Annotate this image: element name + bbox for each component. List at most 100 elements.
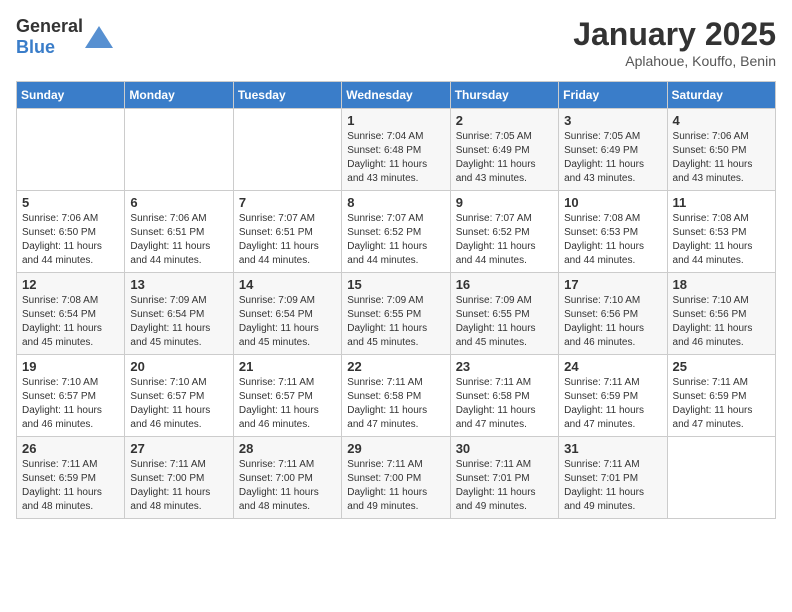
week-row-3: 12 Sunrise: 7:08 AMSunset: 6:54 PMDayligh… xyxy=(17,273,776,355)
day-info: Sunrise: 7:05 AMSunset: 6:49 PMDaylight:… xyxy=(564,130,661,186)
calendar-cell: 13 Sunrise: 7:09 AMSunset: 6:54 PMDayligh… xyxy=(125,273,233,355)
day-info: Sunrise: 7:11 AMSunset: 6:58 PMDaylight:… xyxy=(347,376,444,432)
day-info: Sunrise: 7:10 AMSunset: 6:56 PMDaylight:… xyxy=(673,294,770,350)
day-number: 25 xyxy=(673,359,770,374)
day-info: Sunrise: 7:06 AMSunset: 6:50 PMDaylight:… xyxy=(22,212,119,268)
calendar-cell: 18 Sunrise: 7:10 AMSunset: 6:56 PMDayligh… xyxy=(667,273,775,355)
week-row-5: 26Sunrise: 7:11 AMSunset: 6:59 PMDayligh… xyxy=(17,437,776,519)
week-row-2: 5 Sunrise: 7:06 AMSunset: 6:50 PMDaylight… xyxy=(17,191,776,273)
day-info: Sunrise: 7:11 AMSunset: 7:00 PMDaylight:… xyxy=(239,458,336,514)
day-info: Sunrise: 7:11 AMSunset: 7:01 PMDaylight:… xyxy=(456,458,553,514)
calendar-cell: 23 Sunrise: 7:11 AMSunset: 6:58 PMDayligh… xyxy=(450,355,558,437)
calendar-cell: 8Sunrise: 7:07 AMSunset: 6:52 PMDaylight… xyxy=(342,191,450,273)
day-number: 6 xyxy=(130,195,227,210)
day-info: Sunrise: 7:07 AMSunset: 6:52 PMDaylight:… xyxy=(347,212,444,268)
day-number: 1 xyxy=(347,113,444,128)
calendar-cell: 17 Sunrise: 7:10 AMSunset: 6:56 PMDayligh… xyxy=(559,273,667,355)
day-number: 24 xyxy=(564,359,661,374)
day-info: Sunrise: 7:11 AMSunset: 7:01 PMDaylight:… xyxy=(564,458,661,514)
day-info: Sunrise: 7:09 AMSunset: 6:55 PMDaylight:… xyxy=(456,294,553,350)
day-number: 16 xyxy=(456,277,553,292)
day-number: 2 xyxy=(456,113,553,128)
day-header-tuesday: Tuesday xyxy=(233,82,341,109)
calendar-cell: 16 Sunrise: 7:09 AMSunset: 6:55 PMDayligh… xyxy=(450,273,558,355)
calendar-cell: 15 Sunrise: 7:09 AMSunset: 6:55 PMDayligh… xyxy=(342,273,450,355)
week-row-4: 19 Sunrise: 7:10 AMSunset: 6:57 PMDayligh… xyxy=(17,355,776,437)
day-number: 15 xyxy=(347,277,444,292)
calendar-cell: 22 Sunrise: 7:11 AMSunset: 6:58 PMDayligh… xyxy=(342,355,450,437)
day-info: Sunrise: 7:08 AMSunset: 6:53 PMDaylight:… xyxy=(673,212,770,268)
calendar-cell: 1 Sunrise: 7:04 AMSunset: 6:48 PMDaylight… xyxy=(342,109,450,191)
day-info: Sunrise: 7:06 AMSunset: 6:51 PMDaylight:… xyxy=(130,212,227,268)
day-number: 18 xyxy=(673,277,770,292)
calendar-cell: 5 Sunrise: 7:06 AMSunset: 6:50 PMDaylight… xyxy=(17,191,125,273)
day-info: Sunrise: 7:04 AMSunset: 6:48 PMDaylight:… xyxy=(347,130,444,186)
title-block: January 2025 Aplahoue, Kouffo, Benin xyxy=(573,16,776,69)
day-info: Sunrise: 7:06 AMSunset: 6:50 PMDaylight:… xyxy=(673,130,770,186)
day-number: 29 xyxy=(347,441,444,456)
day-number: 11 xyxy=(673,195,770,210)
day-info: Sunrise: 7:11 AMSunset: 7:00 PMDaylight:… xyxy=(130,458,227,514)
calendar-cell: 12 Sunrise: 7:08 AMSunset: 6:54 PMDayligh… xyxy=(17,273,125,355)
day-number: 23 xyxy=(456,359,553,374)
day-info: Sunrise: 7:09 AMSunset: 6:55 PMDaylight:… xyxy=(347,294,444,350)
month-title: January 2025 xyxy=(573,16,776,53)
day-info: Sunrise: 7:09 AMSunset: 6:54 PMDaylight:… xyxy=(130,294,227,350)
calendar-cell: 21 Sunrise: 7:11 AMSunset: 6:57 PMDayligh… xyxy=(233,355,341,437)
calendar-cell: 3 Sunrise: 7:05 AMSunset: 6:49 PMDaylight… xyxy=(559,109,667,191)
day-number: 22 xyxy=(347,359,444,374)
day-info: Sunrise: 7:10 AMSunset: 6:56 PMDaylight:… xyxy=(564,294,661,350)
day-info: Sunrise: 7:07 AMSunset: 6:51 PMDaylight:… xyxy=(239,212,336,268)
location-title: Aplahoue, Kouffo, Benin xyxy=(573,53,776,69)
calendar-header-row: SundayMondayTuesdayWednesdayThursdayFrid… xyxy=(17,82,776,109)
logo-text: General Blue xyxy=(16,16,83,58)
day-number: 27 xyxy=(130,441,227,456)
day-number: 10 xyxy=(564,195,661,210)
day-info: Sunrise: 7:11 AMSunset: 7:00 PMDaylight:… xyxy=(347,458,444,514)
day-info: Sunrise: 7:10 AMSunset: 6:57 PMDaylight:… xyxy=(130,376,227,432)
calendar-cell: 2 Sunrise: 7:05 AMSunset: 6:49 PMDaylight… xyxy=(450,109,558,191)
calendar-cell xyxy=(17,109,125,191)
calendar-cell: 26Sunrise: 7:11 AMSunset: 6:59 PMDayligh… xyxy=(17,437,125,519)
day-info: Sunrise: 7:08 AMSunset: 6:54 PMDaylight:… xyxy=(22,294,119,350)
day-info: Sunrise: 7:09 AMSunset: 6:54 PMDaylight:… xyxy=(239,294,336,350)
page-header: General Blue January 2025 Aplahoue, Kouf… xyxy=(16,16,776,69)
day-info: Sunrise: 7:11 AMSunset: 6:57 PMDaylight:… xyxy=(239,376,336,432)
calendar-cell: 29 Sunrise: 7:11 AMSunset: 7:00 PMDayligh… xyxy=(342,437,450,519)
day-info: Sunrise: 7:08 AMSunset: 6:53 PMDaylight:… xyxy=(564,212,661,268)
day-info: Sunrise: 7:11 AMSunset: 6:58 PMDaylight:… xyxy=(456,376,553,432)
calendar-cell xyxy=(125,109,233,191)
day-number: 7 xyxy=(239,195,336,210)
day-number: 13 xyxy=(130,277,227,292)
day-number: 3 xyxy=(564,113,661,128)
day-info: Sunrise: 7:05 AMSunset: 6:49 PMDaylight:… xyxy=(456,130,553,186)
day-header-friday: Friday xyxy=(559,82,667,109)
calendar-cell xyxy=(667,437,775,519)
calendar-table: SundayMondayTuesdayWednesdayThursdayFrid… xyxy=(16,81,776,519)
calendar-cell: 25 Sunrise: 7:11 AMSunset: 6:59 PMDayligh… xyxy=(667,355,775,437)
day-number: 12 xyxy=(22,277,119,292)
calendar-cell xyxy=(233,109,341,191)
day-info: Sunrise: 7:07 AMSunset: 6:52 PMDaylight:… xyxy=(456,212,553,268)
day-info: Sunrise: 7:11 AMSunset: 6:59 PMDaylight:… xyxy=(564,376,661,432)
day-number: 28 xyxy=(239,441,336,456)
calendar-cell: 6 Sunrise: 7:06 AMSunset: 6:51 PMDaylight… xyxy=(125,191,233,273)
day-number: 21 xyxy=(239,359,336,374)
calendar-cell: 19Sunrise: 7:10 AMSunset: 6:57 PMDayligh… xyxy=(17,355,125,437)
day-number: 19 xyxy=(22,359,119,374)
day-info: Sunrise: 7:11 AMSunset: 6:59 PMDaylight:… xyxy=(22,458,119,514)
calendar-cell: 14Sunrise: 7:09 AMSunset: 6:54 PMDayligh… xyxy=(233,273,341,355)
calendar-cell: 7 Sunrise: 7:07 AMSunset: 6:51 PMDaylight… xyxy=(233,191,341,273)
day-number: 20 xyxy=(130,359,227,374)
week-row-1: 1 Sunrise: 7:04 AMSunset: 6:48 PMDaylight… xyxy=(17,109,776,191)
calendar-cell: 24 Sunrise: 7:11 AMSunset: 6:59 PMDayligh… xyxy=(559,355,667,437)
day-number: 30 xyxy=(456,441,553,456)
logo-icon xyxy=(85,26,113,48)
day-number: 17 xyxy=(564,277,661,292)
day-number: 31 xyxy=(564,441,661,456)
day-number: 5 xyxy=(22,195,119,210)
calendar-cell: 11 Sunrise: 7:08 AMSunset: 6:53 PMDayligh… xyxy=(667,191,775,273)
day-header-monday: Monday xyxy=(125,82,233,109)
day-header-thursday: Thursday xyxy=(450,82,558,109)
day-info: Sunrise: 7:11 AMSunset: 6:59 PMDaylight:… xyxy=(673,376,770,432)
